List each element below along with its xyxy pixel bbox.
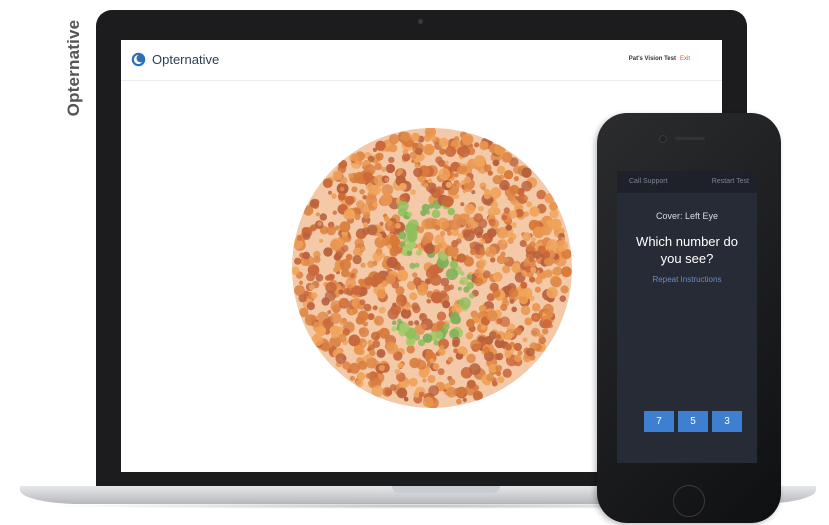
phone: Call Support Restart Test Cover: Left Ey… (597, 113, 781, 523)
brand-name: Opternative (152, 52, 220, 67)
phone-topbar: Call Support Restart Test (617, 171, 757, 193)
app-header: Opternative Pat's Vision Test Exit (121, 40, 722, 81)
answer-button-7[interactable]: 7 (644, 411, 674, 432)
test-title: Pat's Vision Test (628, 56, 676, 62)
laptop-camera (418, 19, 423, 24)
brand-logo-icon (131, 52, 146, 67)
question-text: Which number do you see? (636, 234, 738, 266)
color-blindness-plate (292, 128, 572, 408)
watermark: Opternative (62, 8, 86, 128)
phone-speaker (675, 137, 705, 140)
answer-button-5[interactable]: 5 (678, 411, 708, 432)
restart-test-link[interactable]: Restart Test (712, 178, 749, 185)
header-right: Pat's Vision Test Exit (629, 56, 690, 62)
call-support-link[interactable]: Call Support (629, 178, 668, 185)
watermark-text: Opternative (64, 19, 83, 117)
home-button[interactable] (673, 485, 705, 517)
brand[interactable]: Opternative (131, 52, 219, 67)
repeat-instructions-link[interactable]: Repeat Instructions (617, 275, 757, 284)
answer-button-3[interactable]: 3 (712, 411, 742, 432)
exit-link[interactable]: Exit (680, 56, 690, 62)
answer-buttons: 7 5 3 (644, 411, 744, 432)
phone-screen: Call Support Restart Test Cover: Left Ey… (617, 171, 757, 463)
laptop-notch (392, 486, 500, 493)
phone-camera (659, 135, 667, 143)
cover-eye-label: Cover: Left Eye (655, 211, 719, 221)
